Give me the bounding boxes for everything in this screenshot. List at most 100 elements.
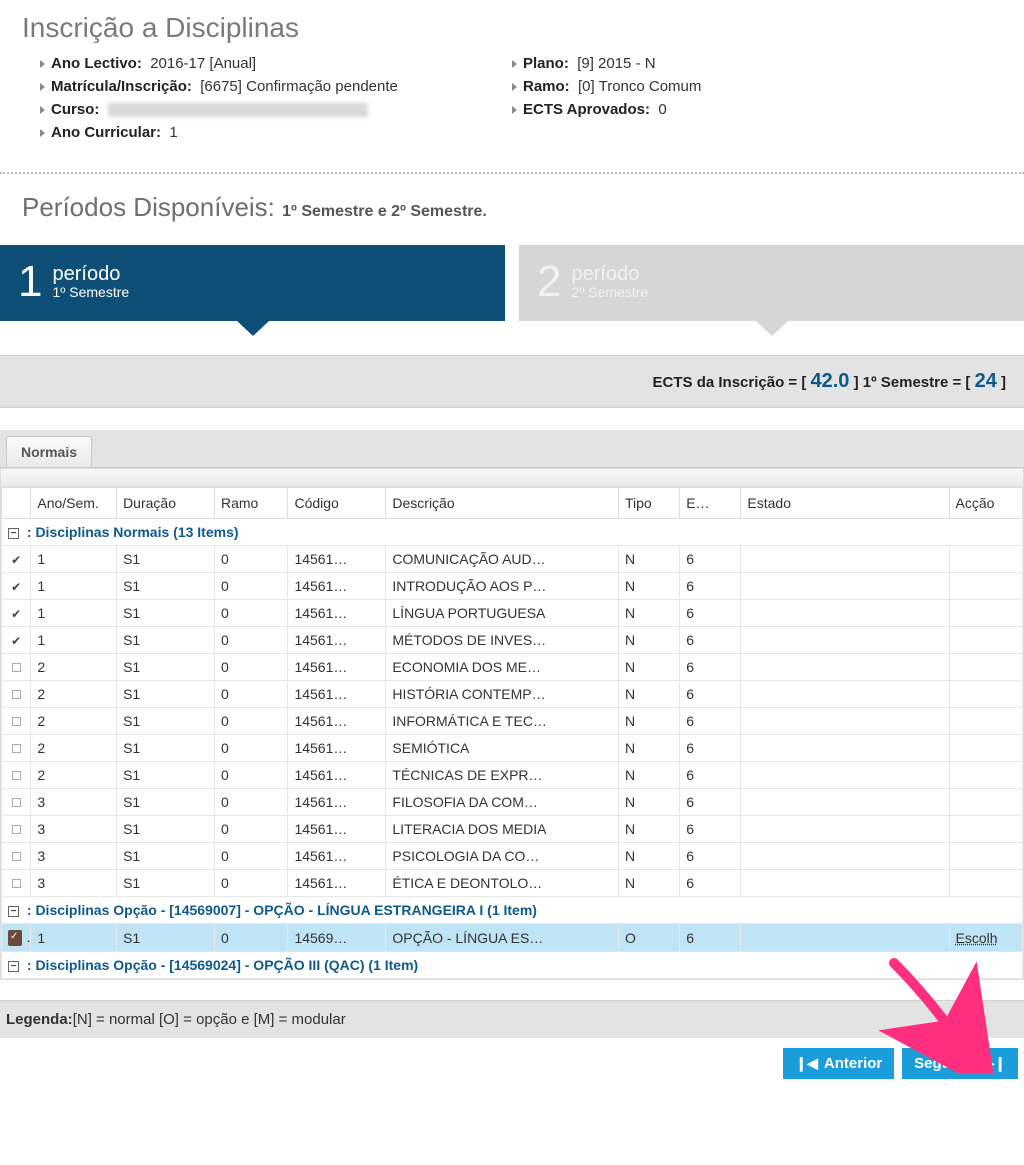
cell-ects: 6 — [680, 681, 741, 708]
col-tipo[interactable]: Tipo — [618, 488, 679, 519]
row-selector[interactable]: ✔ — [2, 573, 31, 600]
matricula-value: [6675] Confirmação pendente — [200, 78, 398, 95]
group-header[interactable]: − : Disciplinas Opção - [14569024] - OPÇ… — [2, 952, 1023, 979]
table-row[interactable]: 1S1014569…OPÇÃO - LÍNGUA ES…O6Escolh — [2, 924, 1023, 952]
cell-codigo: 14561… — [288, 546, 386, 573]
col-codigo[interactable]: Código — [288, 488, 386, 519]
col-duracao[interactable]: Duração — [117, 488, 215, 519]
row-selector[interactable] — [2, 870, 31, 897]
cell-accao — [949, 789, 1023, 816]
cell-descricao: INTRODUÇÃO AOS P… — [386, 573, 619, 600]
cell-accao[interactable]: Escolh — [949, 924, 1023, 952]
row-selector[interactable] — [2, 681, 31, 708]
action-link[interactable]: Escolh — [956, 930, 998, 946]
cell-ramo: 0 — [215, 600, 288, 627]
tab-periodo-1[interactable]: 1 período 1º Semestre — [0, 245, 505, 321]
col-descricao[interactable]: Descrição — [386, 488, 619, 519]
cell-codigo: 14561… — [288, 627, 386, 654]
checkbox-icon — [12, 771, 21, 780]
row-selector[interactable]: ✔ — [2, 627, 31, 654]
cell-duracao: S1 — [117, 681, 215, 708]
cell-anosem: 2 — [31, 681, 117, 708]
cell-duracao: S1 — [117, 843, 215, 870]
bullet-icon — [512, 83, 517, 91]
tab-periodo-2[interactable]: 2 período 2º Semestre — [519, 245, 1024, 321]
info-block: Ano Lectivo: 2016-17 [Anual] Matrícula/I… — [0, 52, 1024, 162]
cell-anosem: 1 — [31, 546, 117, 573]
cell-codigo: 14561… — [288, 816, 386, 843]
table-row[interactable]: ✔1S1014561…COMUNICAÇÃO AUD…N6 — [2, 546, 1023, 573]
bullet-icon — [40, 106, 45, 114]
cell-ects: 6 — [680, 762, 741, 789]
cell-codigo: 14561… — [288, 654, 386, 681]
table-row[interactable]: 3S1014561…FILOSOFIA DA COM…N6 — [2, 789, 1023, 816]
table-row[interactable]: 2S1014561…SEMIÓTICAN6 — [2, 735, 1023, 762]
collapse-icon[interactable]: − — [8, 528, 19, 539]
table-row[interactable]: ✔1S1014561…INTRODUÇÃO AOS P…N6 — [2, 573, 1023, 600]
col-ects[interactable]: E… — [680, 488, 741, 519]
cell-estado — [741, 627, 949, 654]
check-icon: ✔ — [11, 580, 21, 594]
table-row[interactable]: 2S1014561…HISTÓRIA CONTEMP…N6 — [2, 681, 1023, 708]
cell-tipo: N — [618, 546, 679, 573]
seguinte-button[interactable]: Seguinte ▶❙ — [902, 1048, 1018, 1079]
col-estado[interactable]: Estado — [741, 488, 949, 519]
cell-ramo: 0 — [215, 654, 288, 681]
cell-codigo: 14561… — [288, 870, 386, 897]
row-selector[interactable] — [2, 735, 31, 762]
cell-estado — [741, 924, 949, 952]
cell-duracao: S1 — [117, 708, 215, 735]
row-selector[interactable] — [2, 924, 31, 952]
tab-sublabel: 2º Semestre — [571, 284, 648, 300]
row-selector[interactable] — [2, 843, 31, 870]
cell-ects: 6 — [680, 546, 741, 573]
group-header[interactable]: − : Disciplinas Opção - [14569007] - OPÇ… — [2, 897, 1023, 924]
cell-duracao: S1 — [117, 573, 215, 600]
cell-ects: 6 — [680, 843, 741, 870]
cell-accao — [949, 816, 1023, 843]
tab-number: 2 — [537, 257, 561, 307]
anterior-button[interactable]: ❙◀ Anterior — [783, 1048, 894, 1079]
row-selector[interactable] — [2, 816, 31, 843]
group-header[interactable]: − : Disciplinas Normais (13 Items) — [2, 519, 1023, 546]
table-row[interactable]: 3S1014561…PSICOLOGIA DA CO…N6 — [2, 843, 1023, 870]
cell-estado — [741, 708, 949, 735]
table-row[interactable]: 2S1014561…INFORMÁTICA E TEC…N6 — [2, 708, 1023, 735]
cell-accao — [949, 762, 1023, 789]
table-row[interactable]: ✔1S1014561…LÍNGUA PORTUGUESAN6 — [2, 600, 1023, 627]
row-selector[interactable] — [2, 762, 31, 789]
cell-anosem: 1 — [31, 600, 117, 627]
table-row[interactable]: 3S1014561…ÉTICA E DEONTOLO…N6 — [2, 870, 1023, 897]
row-selector[interactable] — [2, 654, 31, 681]
row-selector[interactable] — [2, 789, 31, 816]
cell-descricao: COMUNICAÇÃO AUD… — [386, 546, 619, 573]
group-title: : Disciplinas Opção - [14569024] - OPÇÃO… — [23, 957, 418, 973]
row-selector[interactable] — [2, 708, 31, 735]
ects-aprov-value: 0 — [658, 101, 666, 118]
cell-estado — [741, 870, 949, 897]
table-row[interactable]: 3S1014561…LITERACIA DOS MEDIAN6 — [2, 816, 1023, 843]
cell-estado — [741, 789, 949, 816]
collapse-icon[interactable]: − — [8, 906, 19, 917]
collapse-icon[interactable]: − — [8, 961, 19, 972]
ects-aprov-label: ECTS Aprovados: — [523, 101, 650, 118]
table-row[interactable]: 2S1014561…ECONOMIA DOS ME…N6 — [2, 654, 1023, 681]
button-row: ❙◀ Anterior Seguinte ▶❙ — [0, 1038, 1024, 1093]
table-row[interactable]: ✔1S1014561…MÉTODOS DE INVES…N6 — [2, 627, 1023, 654]
cell-anosem: 2 — [31, 735, 117, 762]
cell-descricao: HISTÓRIA CONTEMP… — [386, 681, 619, 708]
subtab-normais[interactable]: Normais — [6, 436, 92, 467]
col-ramo[interactable]: Ramo — [215, 488, 288, 519]
disciplines-table-wrap: Ano/Sem. Duração Ramo Código Descrição T… — [0, 468, 1024, 980]
row-selector[interactable]: ✔ — [2, 600, 31, 627]
cell-tipo: N — [618, 573, 679, 600]
cell-ramo: 0 — [215, 573, 288, 600]
tab-label: período — [52, 264, 129, 284]
row-selector[interactable]: ✔ — [2, 546, 31, 573]
ects-label: ECTS da Inscrição = [ — [653, 374, 807, 391]
col-anosem[interactable]: Ano/Sem. — [31, 488, 117, 519]
col-accao[interactable]: Acção — [949, 488, 1023, 519]
table-row[interactable]: 2S1014561…TÉCNICAS DE EXPR…N6 — [2, 762, 1023, 789]
cell-accao — [949, 681, 1023, 708]
cell-descricao: INFORMÁTICA E TEC… — [386, 708, 619, 735]
